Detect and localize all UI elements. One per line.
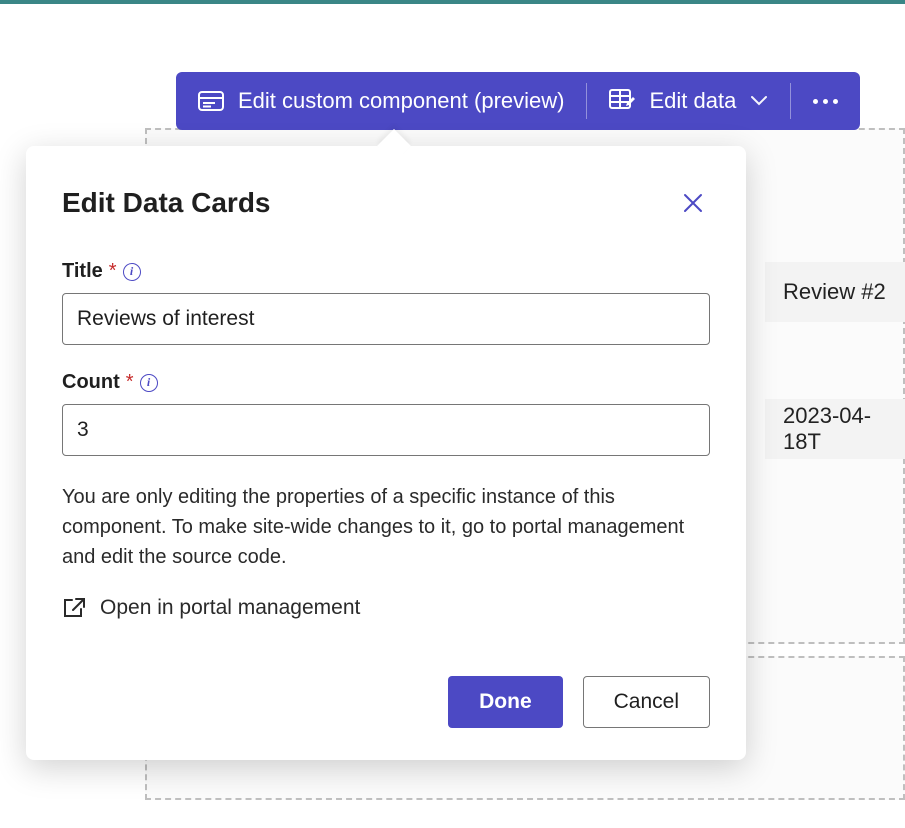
required-indicator: * [126, 371, 134, 394]
background-card-review: Review #2 [765, 262, 905, 322]
title-input[interactable] [62, 293, 710, 345]
open-portal-management-link[interactable]: Open in portal management [62, 596, 360, 620]
cancel-button[interactable]: Cancel [583, 676, 710, 728]
edit-component-label: Edit custom component (preview) [238, 88, 564, 114]
card-label: Review #2 [783, 279, 886, 305]
count-input[interactable] [62, 404, 710, 456]
background-card-date: 2023-04-18T [765, 399, 905, 459]
required-indicator: * [109, 260, 117, 283]
done-button[interactable]: Done [448, 676, 563, 728]
instance-scope-note: You are only editing the properties of a… [62, 482, 710, 572]
edit-data-label: Edit data [649, 88, 736, 114]
table-edit-icon [609, 89, 635, 113]
card-label: 2023-04-18T [783, 403, 905, 455]
portal-link-label: Open in portal management [100, 596, 360, 620]
info-icon[interactable]: i [140, 374, 158, 392]
dialog-actions: Done Cancel [62, 676, 710, 728]
dialog-title: Edit Data Cards [62, 187, 271, 219]
title-field-group: Title * i [62, 260, 710, 345]
edit-data-cards-dialog: Edit Data Cards Title * i Count * i You … [26, 146, 746, 760]
title-label: Title [62, 260, 103, 283]
edit-data-button[interactable]: Edit data [587, 72, 790, 130]
chevron-down-icon [750, 95, 768, 107]
count-label: Count [62, 371, 120, 394]
external-link-icon [62, 597, 86, 619]
close-button[interactable] [676, 186, 710, 220]
info-icon[interactable]: i [123, 263, 141, 281]
close-icon [682, 192, 704, 214]
component-toolbar: Edit custom component (preview) Edit dat… [176, 72, 860, 130]
component-icon [198, 91, 224, 111]
count-field-group: Count * i [62, 371, 710, 456]
more-options-button[interactable] [791, 99, 860, 104]
edit-component-button[interactable]: Edit custom component (preview) [176, 72, 586, 130]
